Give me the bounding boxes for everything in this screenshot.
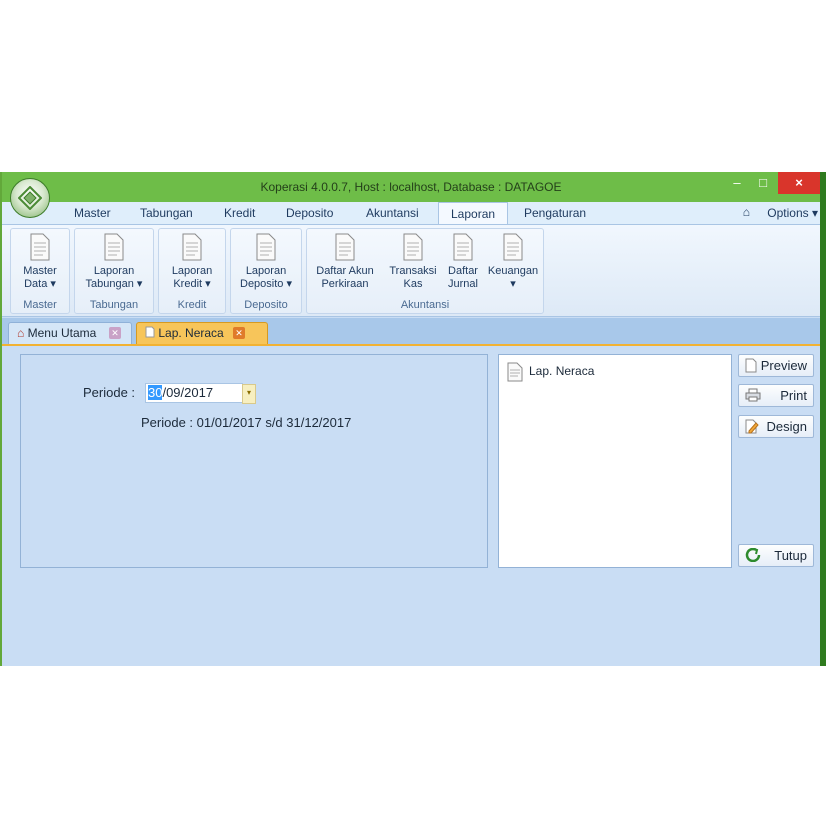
ribbon-group-master: Master Data ▾ Master [10, 228, 70, 314]
collapse-ribbon-icon[interactable]: ⌂ [743, 205, 750, 219]
document-icon [335, 233, 355, 261]
ribbon-group-label: Tabungan [89, 299, 139, 311]
document-icon [745, 358, 757, 373]
exit-arrow-icon [745, 548, 761, 562]
laporan-tabungan-button[interactable]: Laporan Tabungan ▾ [79, 233, 149, 291]
print-button[interactable]: Print [738, 384, 814, 407]
ribbon-group-label: Master [23, 299, 57, 311]
app-window: Koperasi 4.0.0.7, Host : localhost, Data… [0, 172, 826, 666]
document-icon [403, 233, 423, 261]
calendar-dropdown-icon[interactable]: ▾ [242, 384, 256, 404]
transaksi-kas-button[interactable]: Transaksi Kas [385, 233, 441, 291]
close-tab-icon[interactable]: ✕ [233, 327, 245, 339]
tutup-button[interactable]: Tutup [738, 544, 814, 567]
report-content-area: Periode : 30/09/2017 ▾ Periode : 01/01/2… [2, 346, 820, 666]
master-data-button[interactable]: Master Data ▾ [13, 233, 67, 291]
edit-document-icon [745, 419, 759, 434]
ribbon-panel: Master Data ▾ Master Laporan Tabungan ▾ … [2, 225, 820, 317]
ribbon-tab-laporan[interactable]: Laporan [438, 202, 509, 224]
ribbon-group-label: Deposito [244, 299, 288, 311]
ribbon-tab-master[interactable]: Master [74, 206, 111, 220]
ribbon-group-label: Kredit [177, 299, 207, 311]
tab-lap-neraca[interactable]: Lap. Neraca ✕ [136, 322, 268, 344]
close-tab-icon[interactable]: ✕ [109, 327, 121, 339]
ribbon-group-tabungan: Laporan Tabungan ▾ Tabungan [74, 228, 154, 314]
ribbon-tab-deposito[interactable]: Deposito [286, 206, 333, 220]
app-menu-orb-icon[interactable] [10, 178, 50, 218]
list-item[interactable]: Lap. Neraca [507, 361, 594, 382]
minimize-button[interactable]: – [726, 172, 748, 194]
document-icon [30, 233, 50, 261]
ribbon-group-label: Akuntansi [400, 299, 450, 311]
periode-range-text: Periode : 01/01/2017 s/d 31/12/2017 [141, 415, 352, 430]
daftar-akun-perkiraan-button[interactable]: Daftar Akun Perkiraan [309, 233, 381, 291]
ribbon-tab-tabungan[interactable]: Tabungan [140, 206, 193, 220]
document-icon [145, 326, 155, 338]
report-list[interactable]: Lap. Neraca [498, 354, 732, 568]
ribbon-group-akuntansi: Daftar Akun Perkiraan Transaksi Kas Daft… [306, 228, 544, 314]
ribbon-group-kredit: Laporan Kredit ▾ Kredit [158, 228, 226, 314]
document-icon [182, 233, 202, 261]
options-menu[interactable]: Options ▾ [767, 206, 818, 220]
document-icon [256, 233, 276, 261]
close-button[interactable]: × [778, 172, 820, 194]
periode-label: Periode : [83, 385, 136, 400]
ribbon-tab-akuntansi[interactable]: Akuntansi [366, 206, 419, 220]
date-rest-part: /09/2017 [162, 385, 214, 400]
document-icon [503, 233, 523, 261]
parameter-panel: Periode : 30/09/2017 ▾ Periode : 01/01/2… [20, 354, 488, 568]
document-icon [104, 233, 124, 261]
ribbon-tab-pengaturan[interactable]: Pengaturan [524, 206, 586, 220]
home-icon: ⌂ [17, 326, 25, 340]
printer-icon [745, 388, 761, 402]
ribbon-tab-bar: Master Tabungan Kredit Deposito Akuntans… [2, 202, 820, 225]
design-button[interactable]: Design [738, 415, 814, 438]
document-icon [507, 362, 523, 382]
laporan-deposito-button[interactable]: Laporan Deposito ▾ [233, 233, 299, 291]
maximize-button[interactable]: □ [752, 172, 774, 194]
document-tab-strip: ⌂ Menu Utama ✕ Lap. Neraca ✕ [2, 318, 820, 346]
laporan-kredit-button[interactable]: Laporan Kredit ▾ [163, 233, 221, 291]
date-selected-part: 30 [148, 385, 163, 400]
keuangan-button[interactable]: Keuangan ▾ [485, 233, 541, 291]
window-title: Koperasi 4.0.0.7, Host : localhost, Data… [260, 180, 562, 194]
periode-date-input[interactable]: 30/09/2017 ▾ [145, 383, 256, 404]
daftar-jurnal-button[interactable]: Daftar Jurnal [441, 233, 485, 291]
ribbon-tab-kredit[interactable]: Kredit [224, 206, 255, 220]
document-icon [453, 233, 473, 261]
tab-menu-utama[interactable]: ⌂ Menu Utama ✕ [8, 322, 132, 344]
preview-button[interactable]: Preview [738, 354, 814, 377]
title-bar: Koperasi 4.0.0.7, Host : localhost, Data… [2, 172, 820, 202]
ribbon-group-deposito: Laporan Deposito ▾ Deposito [230, 228, 302, 314]
